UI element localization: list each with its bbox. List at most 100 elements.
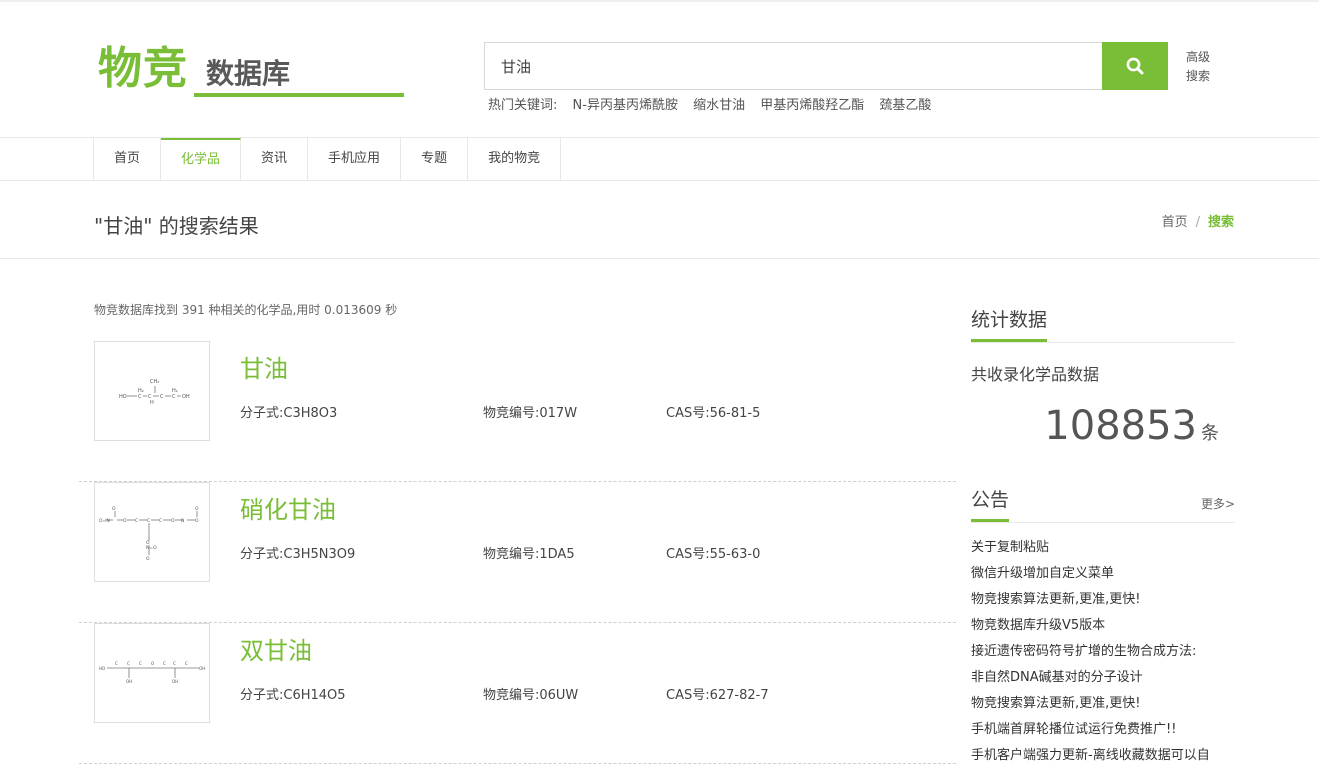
notice-item[interactable]: 微信升级增加自定义菜单 xyxy=(971,561,1235,587)
result-formula: 分子式:C3H8O3 xyxy=(240,406,338,421)
search-button[interactable] xyxy=(1102,42,1168,90)
svg-text:OH: OH xyxy=(199,666,205,671)
result-formula: 分子式:C3H5N3O9 xyxy=(240,547,356,562)
svg-text:N=O: N=O xyxy=(146,545,157,551)
stats-count: 108853 xyxy=(1044,403,1197,449)
svg-text:H₂: H₂ xyxy=(172,388,178,394)
svg-text:C: C xyxy=(163,661,166,666)
main-nav: 首页 化学品 资讯 手机应用 专题 我的物竞 xyxy=(0,138,1319,181)
svg-text:C: C xyxy=(160,394,164,400)
sidebar: 统计数据 共收录化学品数据 108853 条 公告 更多> 关于复制粘贴 微信升级… xyxy=(971,303,1235,769)
structure-diagram: O=NOO CCC O NO OON=OO xyxy=(99,506,199,562)
structure-image[interactable]: HO C C C O C C C OH OH OH xyxy=(94,623,210,723)
stats-title: 统计数据 xyxy=(971,309,1048,342)
result-item: HO C C C O C C C OH OH OH 双甘油 分子式:C6H14O5 物竞编号:… xyxy=(79,623,956,764)
structure-diagram: HO C C C C OH CH₃H₂ H₂H xyxy=(119,379,190,406)
result-name[interactable]: 甘油 xyxy=(240,349,288,384)
stats-label: 共收录化学品数据 xyxy=(971,365,1100,384)
notice-item[interactable]: 手机客户端强力更新-离线收藏数据可以自 xyxy=(971,743,1235,769)
result-item: O=N O O CCC ONO O O N=O O 硝化甘油 分子式:C3H5N3O9 物… xyxy=(79,482,956,623)
notice-item[interactable]: 手机端首屏轮播位试运行免费推广!! xyxy=(971,717,1235,743)
svg-text:O: O xyxy=(171,518,175,524)
notices-more-link[interactable]: 更多> xyxy=(1201,495,1235,512)
svg-text:O: O xyxy=(146,556,150,562)
page-title: "甘油" 的搜索结果 xyxy=(94,214,259,238)
result-code: 物竞编号:1DA5 xyxy=(483,547,575,562)
nav-topics[interactable]: 专题 xyxy=(401,138,469,181)
breadcrumb-current: 搜索 xyxy=(1207,215,1234,230)
result-code: 物竞编号:017W xyxy=(483,406,578,421)
notice-item[interactable]: 接近遗传密码符号扩增的生物合成方法: xyxy=(971,639,1235,665)
result-name[interactable]: 硝化甘油 xyxy=(240,490,336,525)
svg-text:N: N xyxy=(181,518,184,524)
breadcrumb-separator: / xyxy=(1195,215,1200,230)
svg-text:C: C xyxy=(139,661,142,666)
svg-text:C: C xyxy=(127,661,130,666)
page-title-bar: "甘油" 的搜索结果 首页 / 搜索 xyxy=(0,181,1319,259)
notices-header: 公告 更多> xyxy=(971,483,1235,523)
hot-keywords-label: 热门关键词: xyxy=(488,98,558,113)
nav-my-account[interactable]: 我的物竞 xyxy=(468,138,562,181)
svg-text:C: C xyxy=(147,518,150,524)
svg-text:O: O xyxy=(112,506,116,512)
notice-item[interactable]: 物竞搜索算法更新,更准,更快! xyxy=(971,691,1235,717)
svg-text:C: C xyxy=(172,394,176,400)
svg-text:H₂: H₂ xyxy=(138,388,144,394)
result-list: HO C C C C OH CH₃ H₂ H₂ H 甘油 分子式:C3H8O3 物竞编号:01… xyxy=(79,341,956,764)
svg-text:CH₃: CH₃ xyxy=(150,379,159,385)
nav-mobile-app[interactable]: 手机应用 xyxy=(308,138,402,181)
site-logo[interactable]: 物竞 数据库 xyxy=(98,40,404,102)
result-cas: CAS号:55-63-0 xyxy=(666,547,761,562)
notices-title: 公告 xyxy=(971,489,1010,522)
breadcrumb: 首页 / 搜索 xyxy=(1162,211,1234,230)
svg-text:O: O xyxy=(151,661,154,666)
notice-item[interactable]: 非自然DNA碱基对的分子设计 xyxy=(971,665,1235,691)
logo-underline xyxy=(194,93,404,97)
svg-text:C: C xyxy=(173,661,176,666)
hot-keyword[interactable]: 缩水甘油 xyxy=(693,98,745,113)
notice-item[interactable]: 物竞搜索算法更新,更准,更快! xyxy=(971,587,1235,613)
nav-news[interactable]: 资讯 xyxy=(241,138,309,181)
hot-keyword[interactable]: 甲基丙烯酸羟乙酯 xyxy=(760,98,864,113)
search-box xyxy=(484,42,1103,90)
hot-keyword[interactable]: N-异丙基丙烯酰胺 xyxy=(573,98,678,113)
hot-keyword[interactable]: 巯基乙酸 xyxy=(879,98,931,113)
result-item: HO C C C C OH CH₃ H₂ H₂ H 甘油 分子式:C3H8O3 物竞编号:01… xyxy=(79,341,956,482)
structure-image[interactable]: O=N O O CCC ONO O O N=O O xyxy=(94,482,210,582)
notice-list: 关于复制粘贴 微信升级增加自定义菜单 物竞搜索算法更新,更准,更快! 物竞数据库… xyxy=(971,535,1235,769)
svg-text:C: C xyxy=(115,661,118,666)
svg-text:C: C xyxy=(138,394,142,400)
svg-text:O: O xyxy=(195,518,199,524)
svg-text:OH: OH xyxy=(126,679,132,684)
stats-unit: 条 xyxy=(1201,423,1219,444)
hot-keywords: 热门关键词: N-异丙基丙烯酰胺 缩水甘油 甲基丙烯酸羟乙酯 巯基乙酸 xyxy=(488,96,931,116)
site-header: 物竞 数据库 高级搜索 热门关键词: N-异丙基丙烯酰胺 缩水甘油 甲基丙烯酸羟… xyxy=(0,0,1319,138)
structure-image[interactable]: HO C C C C OH CH₃ H₂ H₂ H xyxy=(94,341,210,441)
svg-text:O: O xyxy=(123,518,127,524)
svg-text:O=N: O=N xyxy=(99,518,110,524)
notice-item[interactable]: 关于复制粘贴 xyxy=(971,535,1235,561)
result-formula: 分子式:C6H14O5 xyxy=(240,688,346,703)
svg-text:C: C xyxy=(135,518,138,524)
breadcrumb-home[interactable]: 首页 xyxy=(1162,215,1188,230)
structure-diagram: HO C C C O C C C OH OH OH xyxy=(99,661,205,684)
logo-text: 数据库 xyxy=(206,57,291,90)
svg-text:O: O xyxy=(195,506,199,512)
result-cas: CAS号:56-81-5 xyxy=(666,406,761,421)
result-name[interactable]: 双甘油 xyxy=(240,631,312,666)
svg-text:OH: OH xyxy=(172,679,178,684)
svg-text:C: C xyxy=(185,661,188,666)
search-icon xyxy=(1126,57,1144,75)
stats-header: 统计数据 xyxy=(971,303,1235,343)
svg-text:HO: HO xyxy=(99,666,105,671)
svg-text:H: H xyxy=(150,400,154,406)
svg-text:HO: HO xyxy=(119,394,127,400)
stats-count-row: 108853 条 xyxy=(971,403,1235,457)
search-input[interactable] xyxy=(485,43,1103,89)
svg-text:OH: OH xyxy=(182,394,190,400)
advanced-search-link[interactable]: 高级搜索 xyxy=(1186,48,1216,86)
notice-item[interactable]: 物竞数据库升级V5版本 xyxy=(971,613,1235,639)
nav-chemicals[interactable]: 化学品 xyxy=(161,138,242,181)
result-cas: CAS号:627-82-7 xyxy=(666,688,769,703)
nav-home[interactable]: 首页 xyxy=(94,138,162,181)
